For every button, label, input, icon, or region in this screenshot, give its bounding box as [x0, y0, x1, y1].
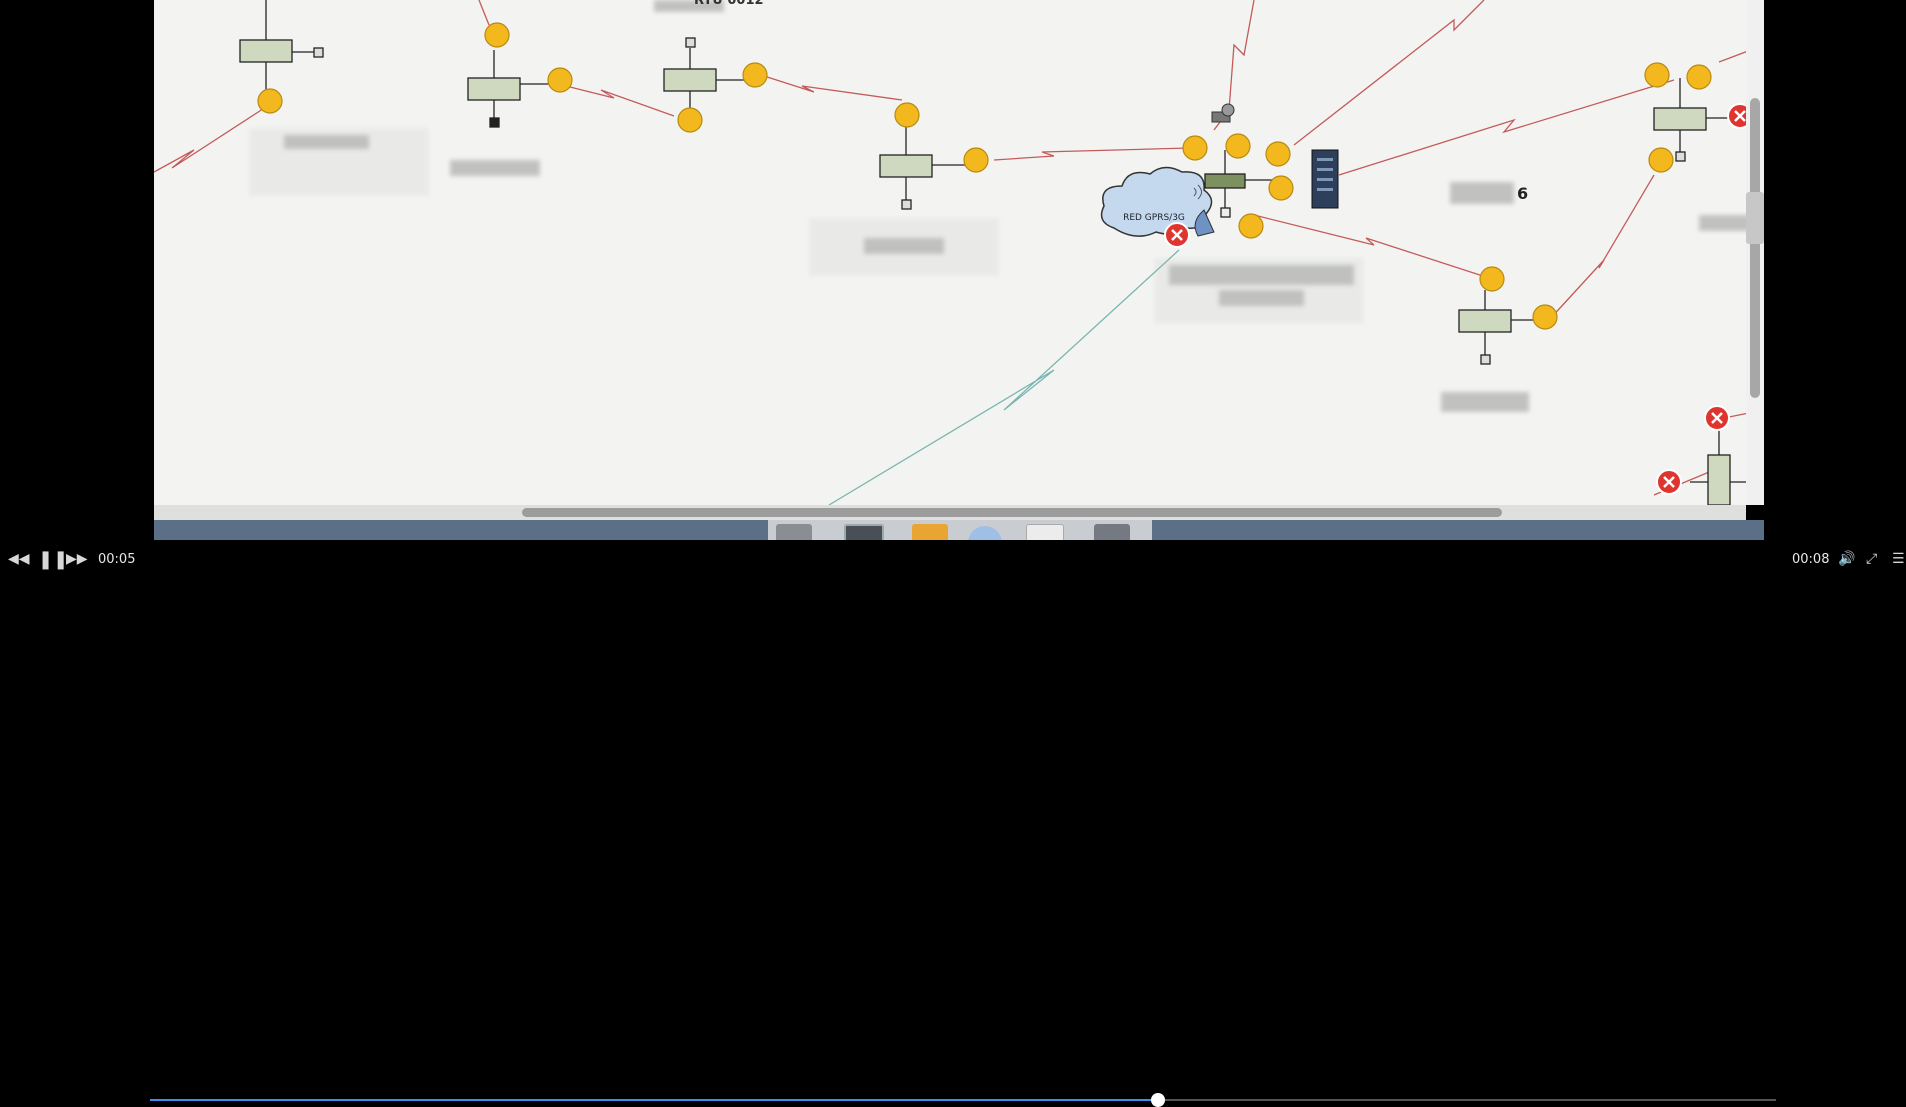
rewind-icon[interactable]: ◀◀ — [8, 540, 30, 579]
progress-handle[interactable] — [1151, 1093, 1166, 1107]
warning-icon — [257, 88, 283, 114]
warning-icon — [1686, 64, 1712, 90]
video-controls: ◀◀ ❚❚ ▶▶ 00:05 00:08 🔊 ⤢ ☰ — [0, 540, 1906, 1107]
warning-icon — [1532, 304, 1558, 330]
partial-label-digit: 6 — [1517, 184, 1528, 203]
video-frame: RED GPRS/3G RTU 0012 6 — [0, 0, 1906, 540]
toolbar-panel — [768, 520, 1152, 540]
vertical-scroll-thumb[interactable] — [1750, 98, 1760, 398]
device-icon — [879, 125, 969, 210]
warning-icon — [1648, 147, 1674, 173]
device-icon — [239, 0, 324, 90]
warning-icon — [1268, 175, 1294, 201]
warning-icon — [1479, 266, 1505, 292]
warning-icon — [484, 22, 510, 48]
error-icon — [1164, 222, 1190, 248]
warning-icon — [963, 147, 989, 173]
device-icon — [1458, 290, 1544, 365]
menu-icon[interactable]: ☰ — [1892, 540, 1905, 579]
link-line — [1548, 174, 1655, 321]
warning-icon — [547, 67, 573, 93]
device-icon — [1690, 430, 1754, 505]
link-line — [763, 75, 903, 101]
warning-icon — [742, 62, 768, 88]
warning-icon — [677, 107, 703, 133]
device-icon — [1204, 150, 1274, 218]
folder-icon[interactable] — [912, 524, 948, 540]
warning-icon — [1238, 213, 1264, 239]
link-line — [828, 249, 1180, 505]
device-icon — [1653, 78, 1740, 162]
link-line — [1293, 0, 1485, 146]
camera-icon — [1211, 103, 1235, 123]
progress-fill — [150, 1099, 1159, 1101]
volume-icon[interactable]: 🔊 — [1838, 540, 1855, 579]
network-canvas[interactable]: RED GPRS/3G RTU 0012 6 — [154, 0, 1764, 505]
rtu-label: RTU 0012 — [694, 0, 764, 8]
warning-icon — [1644, 62, 1670, 88]
horizontal-scroll-thumb[interactable] — [522, 508, 1502, 517]
link-line — [1338, 79, 1675, 176]
monitor-icon[interactable] — [844, 524, 884, 540]
link-line — [478, 0, 490, 26]
globe-icon[interactable] — [968, 526, 1002, 540]
link-line — [993, 147, 1190, 161]
archive-icon[interactable] — [1094, 524, 1130, 540]
fast-forward-icon[interactable]: ▶▶ — [66, 540, 88, 579]
network-diagram: RED GPRS/3G RTU 0012 6 — [154, 0, 1764, 505]
current-time: 00:05 — [98, 552, 136, 567]
duration: 00:08 — [1792, 552, 1830, 567]
warning-nodes — [257, 22, 1712, 330]
device-icon — [663, 37, 754, 112]
error-icon — [1656, 469, 1682, 495]
warning-icon — [1182, 135, 1208, 161]
cloud-label: RED GPRS/3G — [1123, 213, 1185, 223]
warning-icon — [894, 102, 920, 128]
network-icon[interactable] — [776, 524, 812, 540]
pause-icon[interactable]: ❚❚ — [38, 540, 68, 579]
warning-icon — [1265, 141, 1291, 167]
link-line — [154, 104, 270, 173]
fullscreen-icon[interactable]: ⤢ — [1866, 540, 1877, 579]
link-line — [1253, 214, 1490, 279]
document-icon[interactable] — [1026, 524, 1064, 540]
link-line — [553, 82, 675, 117]
warning-icon — [1225, 133, 1251, 159]
error-icon — [1704, 405, 1730, 431]
server-icon — [1311, 149, 1339, 209]
vertical-scroll-grip[interactable] — [1746, 192, 1764, 244]
device-icon — [467, 50, 554, 128]
